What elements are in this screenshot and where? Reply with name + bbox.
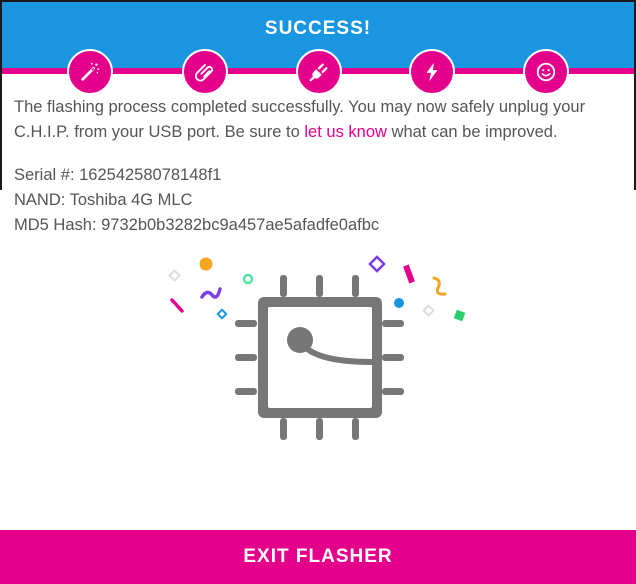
serial-number: Serial #: 16254258078148f1 [14,166,222,184]
page-title: SUCCESS! [264,18,372,39]
paperclip-icon [194,64,214,82]
flasher-window: SUCCESS! The flashing process completed … [0,0,636,584]
chip-celebration-illustration [168,255,466,440]
lightning-bolt-icon [426,62,438,82]
smiley-icon [536,62,556,82]
step-lightning [409,49,455,95]
message-text-after: what can be improved. [386,123,558,141]
exit-flasher-button[interactable]: EXIT FLASHER [0,530,636,584]
plug-icon [309,63,328,82]
let-us-know-link[interactable]: let us know [304,123,387,141]
step-magic-wand [67,49,113,95]
step-plug [296,49,342,95]
success-message: The flashing process completed successfu… [14,95,624,238]
nand-info: NAND: Toshiba 4G MLC [14,191,193,209]
md5-hash: MD5 Hash: 9732b0b3282bc9a457ae5afadfe0af… [14,216,380,234]
chip-icon [235,275,404,440]
device-info: Serial #: 16254258078148f1 NAND: Toshiba… [14,163,624,238]
message-paragraph: The flashing process completed successfu… [14,95,624,145]
step-smiley [523,49,569,95]
step-paperclip [182,49,228,95]
magic-wand-icon [81,62,100,81]
